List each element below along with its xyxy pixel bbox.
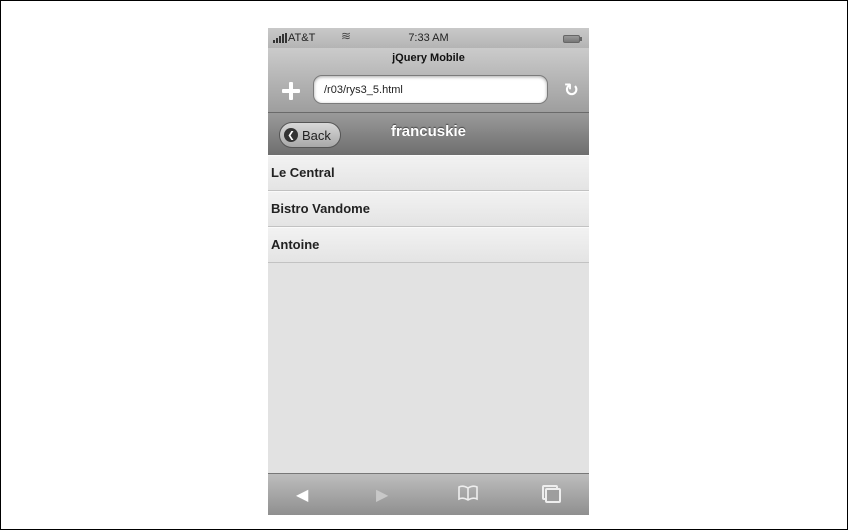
browser-chrome: jQuery Mobile /r03/rys3_5.html ↻ — [268, 48, 589, 113]
battery-icon — [563, 35, 582, 43]
restaurant-list: Le Central Bistro Vandome Antoine — [268, 155, 589, 263]
back-button-label: Back — [302, 127, 331, 143]
page-header: francuskie ❮ Back — [268, 113, 589, 156]
forward-arrow-icon[interactable]: ▶ — [376, 485, 388, 505]
reload-icon[interactable]: ↻ — [564, 80, 579, 101]
figure-frame: AT&T ≋ 7:33 AM jQuery Mobile /r03/rys3_5… — [0, 0, 848, 530]
list-item[interactable]: Bistro Vandome — [268, 191, 589, 227]
status-bar: AT&T ≋ 7:33 AM — [268, 28, 589, 48]
phone-screen: AT&T ≋ 7:33 AM jQuery Mobile /r03/rys3_5… — [268, 28, 589, 515]
chevron-left-icon: ❮ — [284, 128, 298, 142]
clock: 7:33 AM — [408, 32, 449, 44]
back-button[interactable]: ❮ Back — [279, 122, 341, 148]
url-field[interactable]: /r03/rys3_5.html — [313, 75, 548, 104]
browser-toolbar: ◀ ▶ — [268, 473, 589, 515]
plus-icon[interactable] — [282, 82, 300, 100]
list-item[interactable]: Antoine — [268, 227, 589, 263]
bookmarks-icon[interactable] — [458, 485, 478, 506]
page-title: jQuery Mobile — [392, 52, 465, 64]
back-arrow-icon[interactable]: ◀ — [296, 485, 308, 505]
list-item[interactable]: Le Central — [268, 155, 589, 191]
